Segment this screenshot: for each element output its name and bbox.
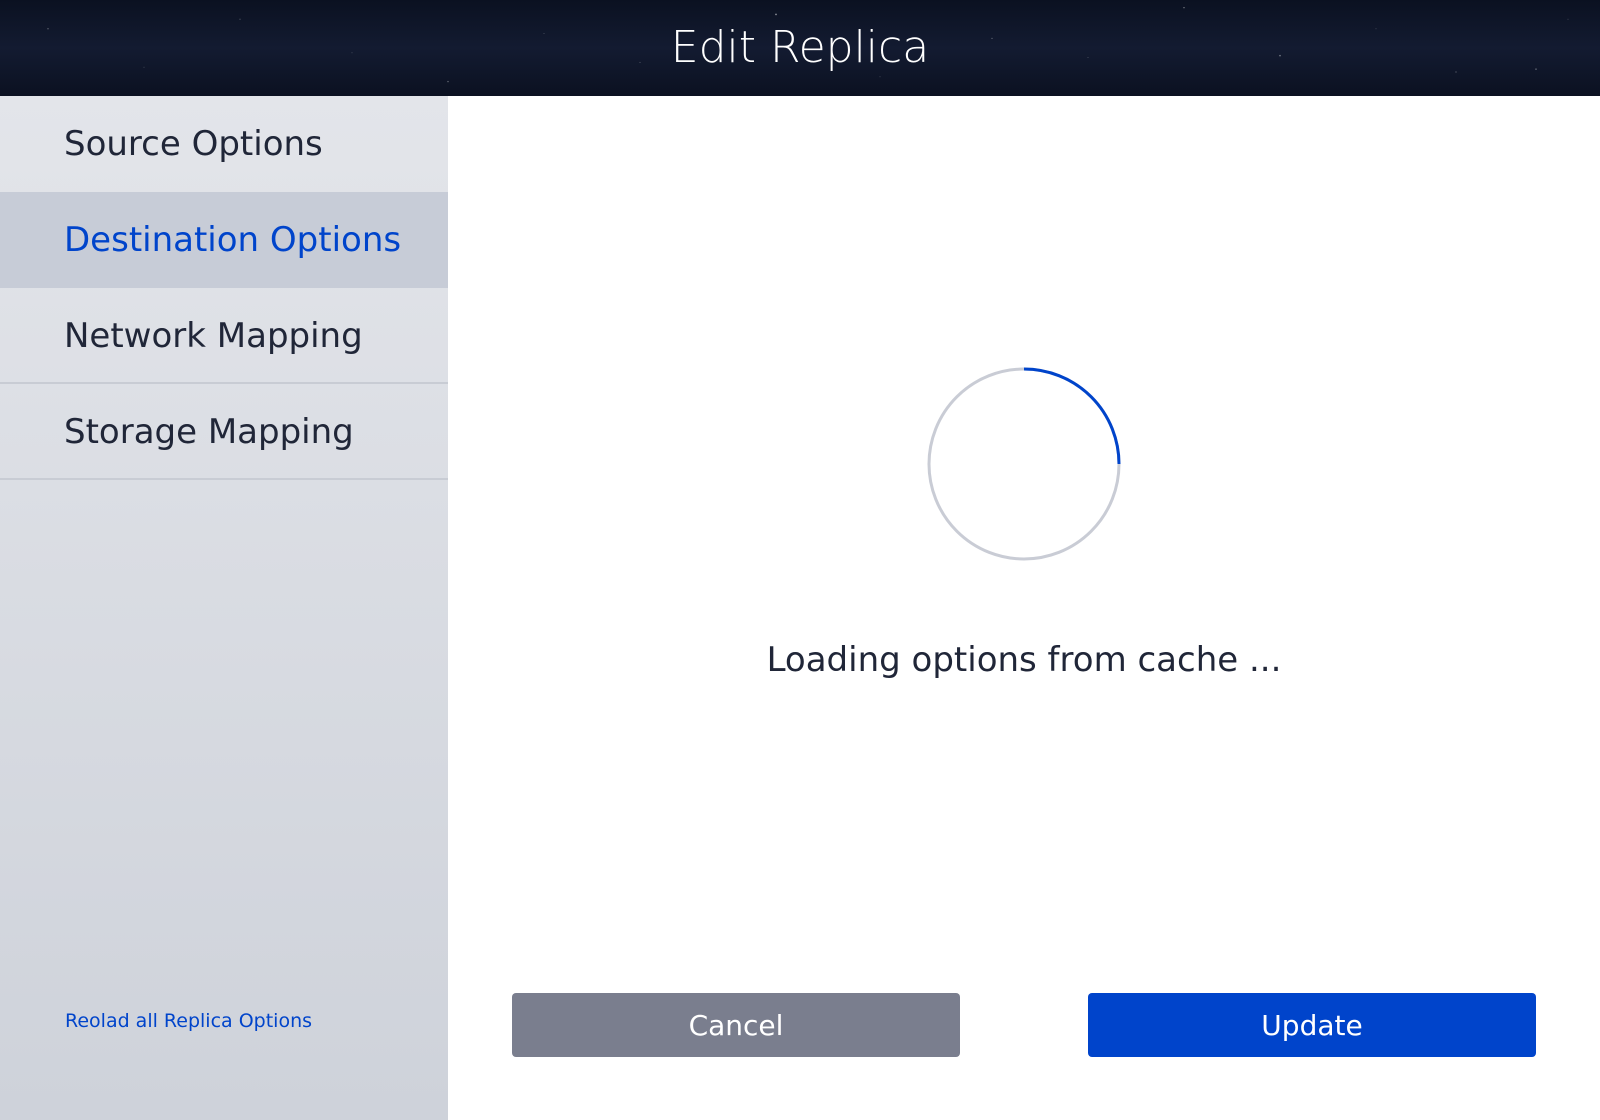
main-content: Loading options from cache ... Cancel Up… (448, 96, 1600, 1120)
loading-message: Loading options from cache ... (766, 640, 1282, 680)
sidebar-item-network-mapping[interactable]: Network Mapping (0, 288, 448, 384)
update-button[interactable]: Update (1088, 993, 1536, 1057)
header-bar: Edit Replica (0, 0, 1600, 96)
sidebar: Source Options Destination Options Netwo… (0, 96, 448, 1120)
sidebar-item-source-options[interactable]: Source Options (0, 96, 448, 192)
cancel-button[interactable]: Cancel (512, 993, 960, 1057)
edit-replica-window: Edit Replica Source Options Destination … (0, 0, 1600, 1120)
sidebar-item-destination-options[interactable]: Destination Options (0, 192, 448, 288)
page-title: Edit Replica (670, 22, 930, 73)
sidebar-item-storage-mapping[interactable]: Storage Mapping (0, 384, 448, 480)
reload-replica-options-link[interactable]: Reolad all Replica Options (65, 1010, 312, 1032)
loading-spinner-icon (927, 367, 1121, 561)
